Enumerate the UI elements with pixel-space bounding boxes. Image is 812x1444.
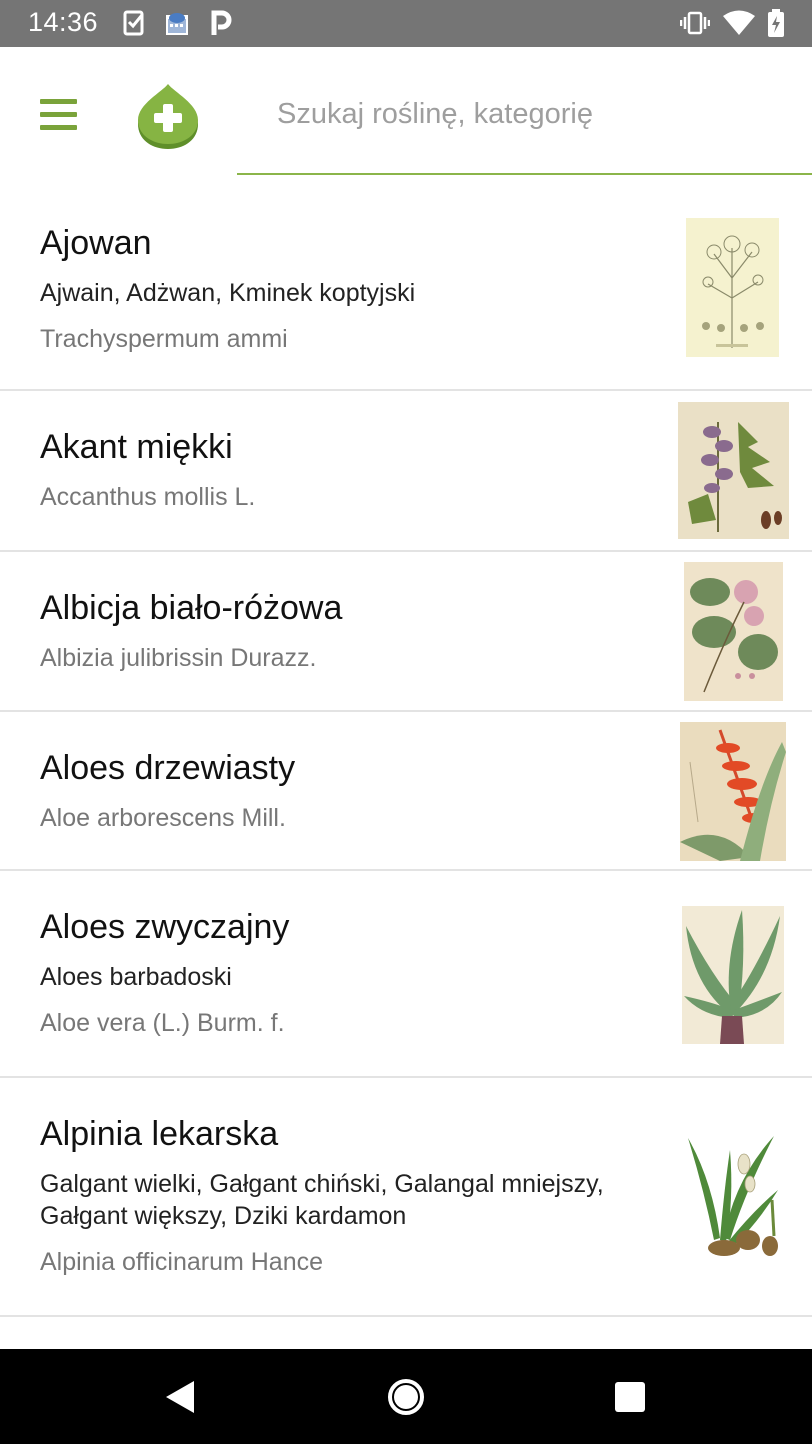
plant-latin-name: Albizia julibrissin Durazz. [40,644,317,672]
plant-name: Alpinia lekarska [40,1115,279,1153]
p-letter-icon [211,10,232,35]
plant-illustration [684,1130,780,1260]
status-time: 14:36 [28,7,99,37]
wifi-icon [723,10,755,35]
battery-icon [768,9,784,37]
plant-list: Ajowan Ajwain, Adżwan, Kminek koptyjski … [0,175,812,1349]
plant-name: Albicja biało-różowa [40,589,343,627]
plant-alt-names: Aloes barbadoski [40,963,232,991]
task-check-icon [123,10,144,36]
plant-illustration [680,722,786,861]
plant-name: Akant miękki [40,428,233,466]
plant-name: Aloes drzewiasty [40,749,296,787]
plant-illustration [678,402,789,539]
status-bar: 14:36 [0,0,812,47]
home-circle-icon[interactable] [386,1377,426,1417]
plant-alt-names: Ajwain, Adżwan, Kminek koptyjski [40,279,416,307]
plant-illustration [684,562,783,701]
list-item-text: Ajowan Ajwain, Adżwan, Kminek koptyjski … [40,223,642,355]
list-item-text: Aloes zwyczajny Aloes barbadoski Aloe ve… [40,907,642,1039]
plant-latin-name: Aloe vera (L.) Burm. f. [40,1009,285,1037]
cloud-calendar-icon [166,13,188,35]
search-bar [237,83,812,175]
back-triangle-icon[interactable] [160,1377,200,1417]
search-input[interactable] [277,98,797,131]
list-item-text: Albicja biało-różowa Albizia julibrissin… [40,588,642,674]
list-item[interactable]: Aloes drzewiasty Aloe arborescens Mill. [0,712,812,871]
list-item[interactable]: Ajowan Ajwain, Adżwan, Kminek koptyjski … [0,175,812,391]
plant-name: Ajowan [40,224,152,262]
list-item-text: Akant miękki Accanthus mollis L. [40,427,642,513]
plant-illustration [686,218,779,357]
list-item[interactable]: Akant miękki Accanthus mollis L. [0,391,812,552]
plant-latin-name: Trachyspermum ammi [40,325,288,353]
plant-alt-names: Galgant wielki, Gałgant chiński, Galanga… [40,1170,604,1230]
list-item-text: Aloes drzewiasty Aloe arborescens Mill. [40,748,642,834]
recents-square-icon[interactable] [610,1377,650,1417]
plant-latin-name: Alpinia officinarum Hance [40,1248,324,1276]
plant-latin-name: Accanthus mollis L. [40,483,256,511]
hamburger-menu-icon[interactable] [28,87,88,143]
plant-illustration [682,906,784,1044]
list-item[interactable]: Alpinia lekarska Galgant wielki, Gałgant… [0,1078,812,1317]
navigation-bar [0,1349,812,1444]
list-item[interactable]: Aloes zwyczajny Aloes barbadoski Aloe ve… [0,871,812,1078]
list-item-text: Alpinia lekarska Galgant wielki, Gałgant… [40,1114,642,1278]
plant-name: Aloes zwyczajny [40,908,290,946]
list-item[interactable]: Albicja biało-różowa Albizia julibrissin… [0,552,812,712]
app-bar [0,47,812,175]
plant-latin-name: Aloe arborescens Mill. [40,804,286,832]
vibrate-icon [680,11,710,35]
add-plant-icon[interactable] [134,82,202,152]
